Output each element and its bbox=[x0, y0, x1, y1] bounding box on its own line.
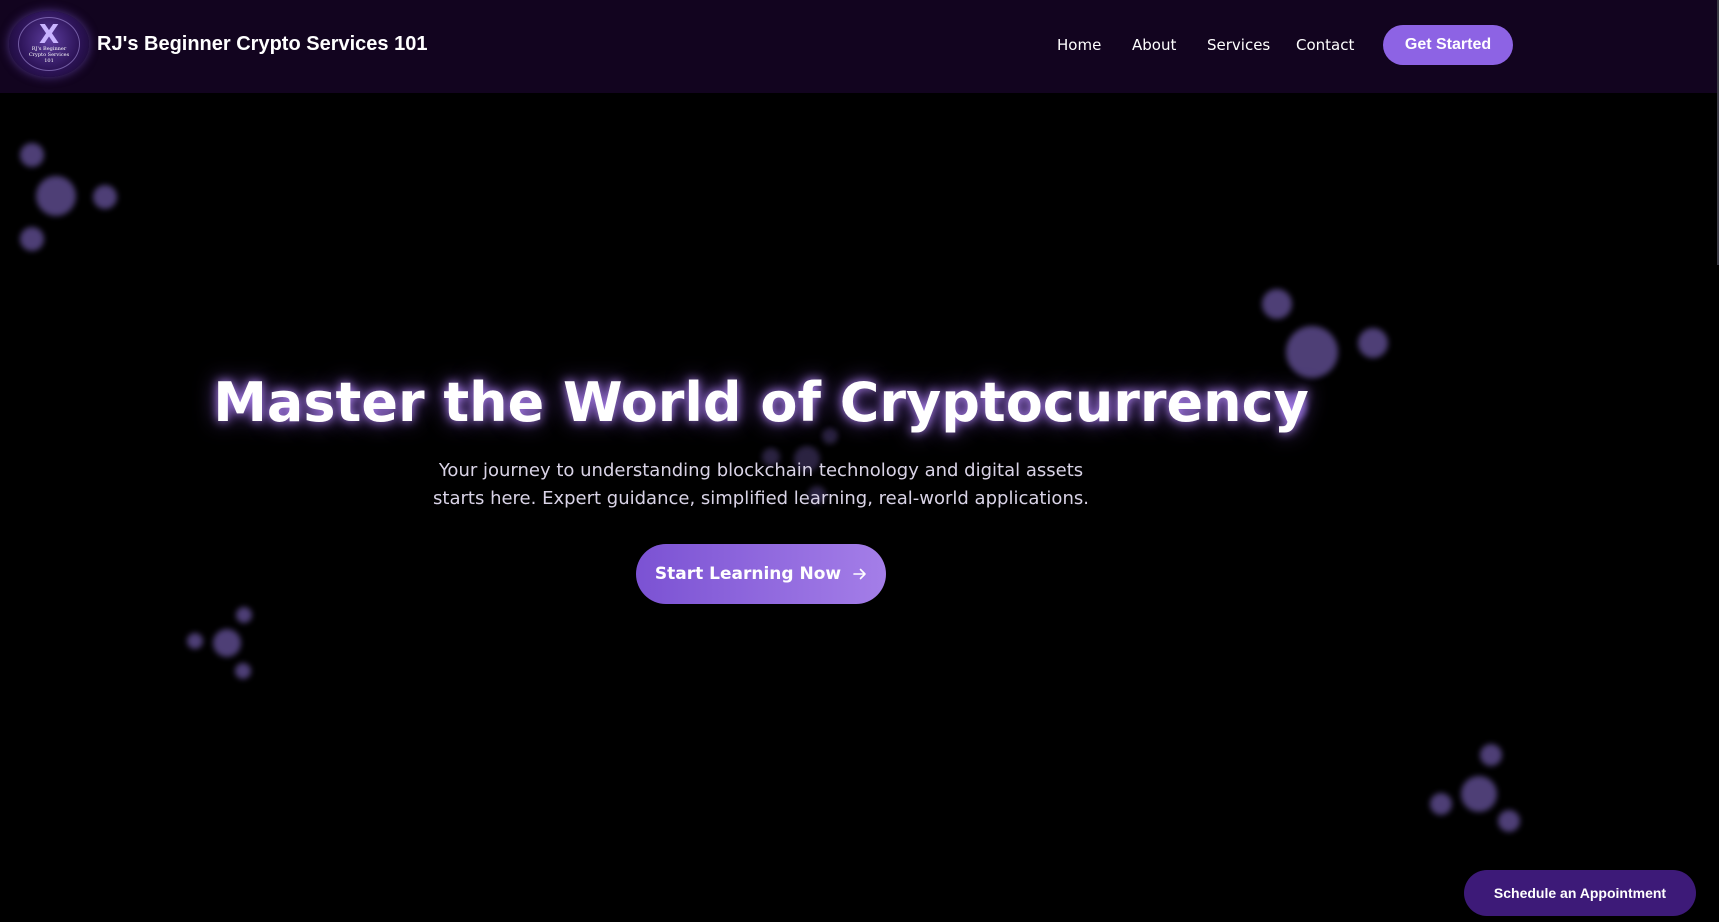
logo-emblem: X RJ's Beginner Crypto Services 101 bbox=[18, 17, 80, 71]
particle bbox=[236, 607, 252, 623]
particle bbox=[235, 663, 251, 679]
logo[interactable]: X RJ's Beginner Crypto Services 101 bbox=[9, 11, 89, 77]
particle bbox=[187, 633, 203, 649]
particle bbox=[1262, 289, 1292, 319]
hero-title: Master the World of Cryptocurrency bbox=[213, 371, 1309, 434]
particle bbox=[1358, 328, 1388, 358]
nav-about[interactable]: About bbox=[1132, 36, 1176, 54]
start-learning-button[interactable]: Start Learning Now bbox=[636, 544, 886, 604]
hero-subtitle: Your journey to understanding blockchain… bbox=[433, 460, 1089, 509]
arrow-right-icon bbox=[853, 568, 866, 580]
logo-caption: RJ's Beginner Crypto Services 101 bbox=[28, 46, 70, 64]
start-learning-label: Start Learning Now bbox=[654, 564, 842, 584]
particle bbox=[213, 629, 241, 657]
particle bbox=[20, 143, 44, 167]
nav-contact[interactable]: Contact bbox=[1296, 36, 1354, 54]
x-logo-icon: X bbox=[38, 20, 60, 50]
particle bbox=[36, 176, 76, 216]
particle bbox=[1430, 793, 1452, 815]
brand-name[interactable]: RJ's Beginner Crypto Services 101 bbox=[97, 33, 427, 56]
nav-home[interactable]: Home bbox=[1057, 36, 1101, 54]
particle bbox=[1461, 776, 1497, 812]
page: X RJ's Beginner Crypto Services 101 RJ's… bbox=[0, 0, 1719, 922]
particle bbox=[93, 185, 117, 209]
schedule-appointment-button[interactable]: Schedule an Appointment bbox=[1464, 870, 1696, 916]
site-header: X RJ's Beginner Crypto Services 101 RJ's… bbox=[0, 0, 1719, 93]
particle bbox=[20, 227, 44, 251]
particle bbox=[1498, 810, 1520, 832]
nav-services[interactable]: Services bbox=[1207, 36, 1270, 54]
get-started-button[interactable]: Get Started bbox=[1383, 25, 1513, 65]
particle bbox=[1480, 744, 1502, 766]
